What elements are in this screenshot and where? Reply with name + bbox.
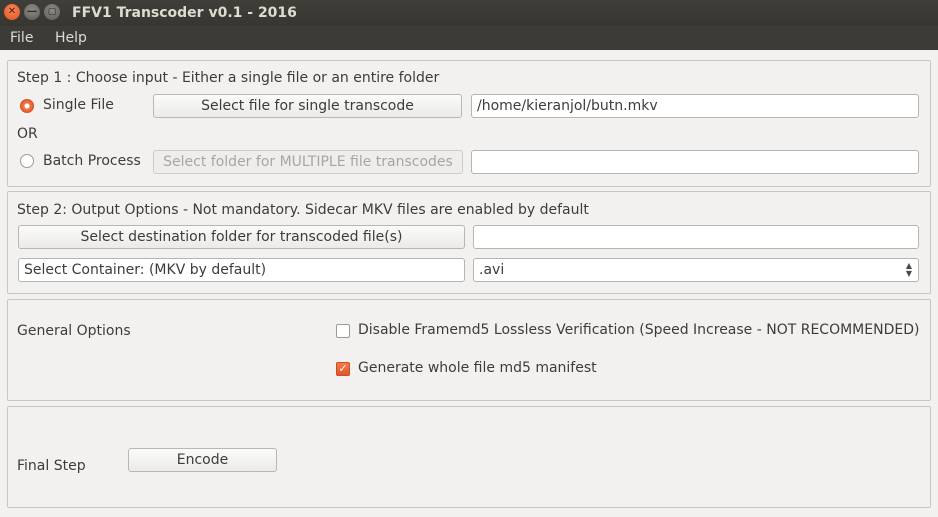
general-options-heading: General Options <box>17 323 131 339</box>
menu-file[interactable]: File <box>10 26 33 50</box>
or-label: OR <box>17 126 38 142</box>
encode-button[interactable]: Encode <box>128 448 277 472</box>
step1-group: Step 1 : Choose input - Either a single … <box>7 60 931 187</box>
batch-process-label[interactable]: Batch Process <box>43 153 141 169</box>
step2-group: Step 2: Output Options - Not mandatory. … <box>7 191 931 294</box>
menu-help[interactable]: Help <box>55 26 87 50</box>
select-batch-folder-button[interactable]: Select folder for MULTIPLE file transcod… <box>153 150 463 174</box>
single-file-path-field[interactable]: /home/kieranjol/butn.mkv <box>471 94 919 118</box>
single-file-label[interactable]: Single File <box>43 97 114 113</box>
final-step-heading: Final Step <box>17 458 86 474</box>
disable-framemd5-label[interactable]: Disable Framemd5 Lossless Verification (… <box>358 322 919 338</box>
md5-manifest-checkbox[interactable]: ✓ <box>336 362 350 376</box>
close-icon[interactable]: ✕ <box>4 4 20 20</box>
menu-bar: File Help <box>0 26 938 50</box>
md5-manifest-label[interactable]: Generate whole file md5 manifest <box>358 360 597 376</box>
single-file-radio[interactable] <box>20 99 34 113</box>
title-bar: ✕ — ▢ FFV1 Transcoder v0.1 - 2016 <box>0 0 938 26</box>
destination-path-field[interactable] <box>473 225 919 249</box>
spinner-arrows-icon: ▲ ▼ <box>905 261 912 278</box>
batch-folder-path-field[interactable] <box>471 150 919 174</box>
container-select-value: .avi <box>479 262 505 278</box>
step1-heading: Step 1 : Choose input - Either a single … <box>17 70 440 86</box>
select-destination-button[interactable]: Select destination folder for transcoded… <box>18 225 465 249</box>
maximize-icon[interactable]: ▢ <box>44 4 60 20</box>
window-title: FFV1 Transcoder v0.1 - 2016 <box>72 5 297 21</box>
disable-framemd5-checkbox[interactable] <box>336 324 350 338</box>
batch-process-radio[interactable] <box>20 154 34 168</box>
step2-heading: Step 2: Output Options - Not mandatory. … <box>17 202 589 218</box>
container-select[interactable]: .avi ▲ ▼ <box>473 258 919 282</box>
general-options-group: General Options Disable Framemd5 Lossles… <box>7 299 931 401</box>
minimize-icon[interactable]: — <box>24 4 40 20</box>
final-step-group: Final Step Encode <box>7 406 931 508</box>
container-label-field[interactable]: Select Container: (MKV by default) <box>18 258 465 282</box>
select-single-file-button[interactable]: Select file for single transcode <box>153 94 462 118</box>
